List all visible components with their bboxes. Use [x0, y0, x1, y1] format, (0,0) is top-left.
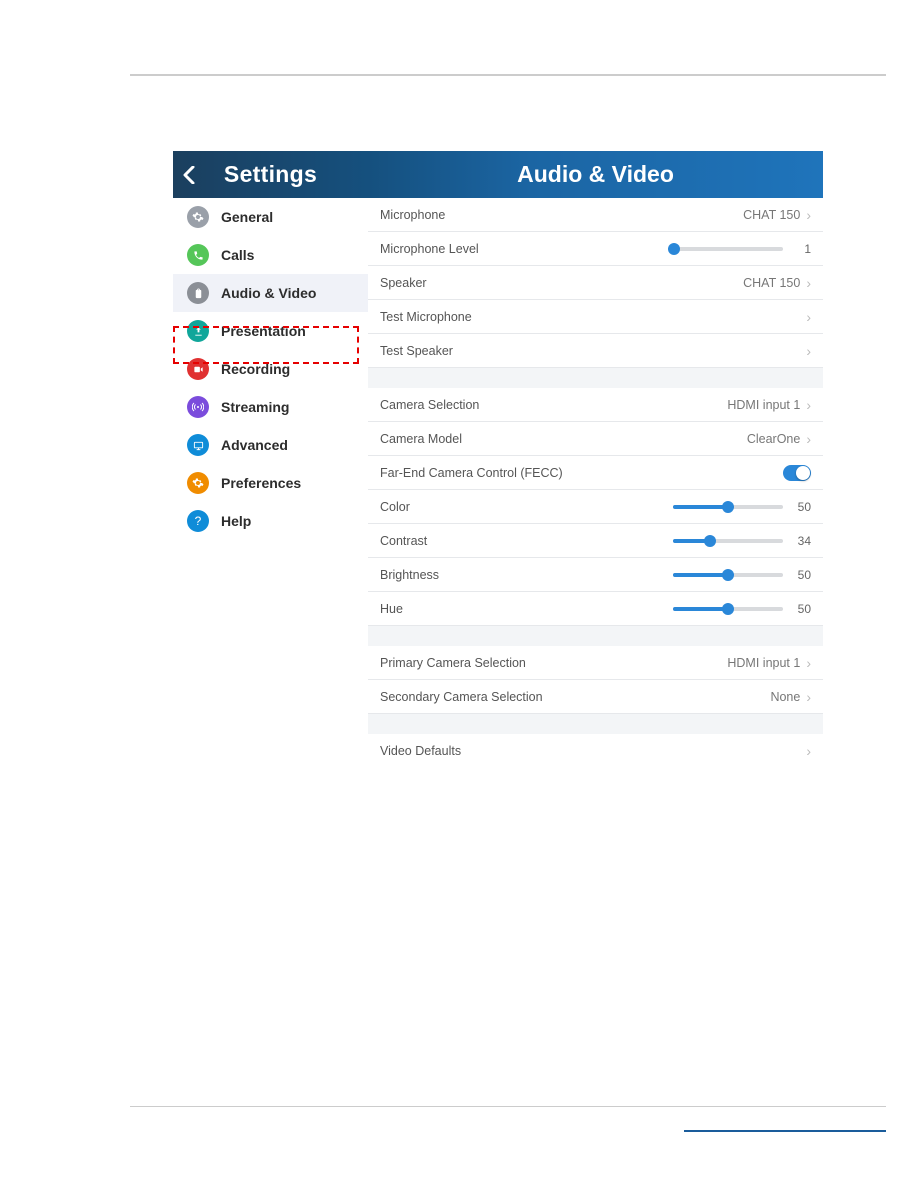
- phone-icon: [187, 244, 209, 266]
- setting-label: Primary Camera Selection: [380, 656, 526, 670]
- setting-value: 1: [789, 242, 811, 256]
- top-divider: [130, 74, 886, 76]
- setting-value: None: [770, 690, 800, 704]
- header-left: Settings: [173, 151, 368, 198]
- sidebar-item-general[interactable]: General: [173, 198, 368, 236]
- setting-primary-camera[interactable]: Primary Camera Selection HDMI input 1 ›: [368, 646, 823, 680]
- setting-color: Color 50: [368, 490, 823, 524]
- sidebar-item-preferences[interactable]: Preferences: [173, 464, 368, 502]
- setting-value: ClearOne: [747, 432, 801, 446]
- section-gap: [368, 626, 823, 646]
- sidebar-item-label: General: [221, 209, 273, 225]
- sidebar-item-label: Calls: [221, 247, 254, 263]
- sidebar-item-help[interactable]: ? Help: [173, 502, 368, 540]
- setting-label: Color: [380, 500, 410, 514]
- broadcast-icon: [187, 396, 209, 418]
- gear-icon: [187, 206, 209, 228]
- setting-test-speaker[interactable]: Test Speaker ›: [368, 334, 823, 368]
- star-icon: [187, 472, 209, 494]
- bottom-divider: [130, 1106, 886, 1107]
- hue-slider[interactable]: [673, 607, 783, 611]
- setting-value: CHAT 150: [743, 276, 800, 290]
- sidebar-item-label: Streaming: [221, 399, 289, 415]
- app-header: Settings Audio & Video: [173, 151, 823, 198]
- settings-content: Microphone CHAT 150 › Microphone Level 1…: [368, 198, 823, 764]
- sidebar-title: Settings: [173, 161, 368, 188]
- sidebar-item-label: Presentation: [221, 323, 306, 339]
- setting-value: CHAT 150: [743, 208, 800, 222]
- setting-label: Hue: [380, 602, 403, 616]
- sidebar-item-calls[interactable]: Calls: [173, 236, 368, 274]
- setting-fecc: Far-End Camera Control (FECC): [368, 456, 823, 490]
- mic-level-slider[interactable]: [673, 247, 783, 251]
- setting-microphone[interactable]: Microphone CHAT 150 ›: [368, 198, 823, 232]
- sidebar-item-label: Recording: [221, 361, 290, 377]
- clipboard-icon: [187, 282, 209, 304]
- chevron-right-icon: ›: [806, 207, 811, 223]
- setting-value: 34: [789, 534, 811, 548]
- setting-label: Camera Model: [380, 432, 462, 446]
- setting-label: Far-End Camera Control (FECC): [380, 466, 563, 480]
- setting-speaker[interactable]: Speaker CHAT 150 ›: [368, 266, 823, 300]
- page-title: Audio & Video: [368, 151, 823, 198]
- chevron-right-icon: ›: [806, 309, 811, 325]
- brightness-slider[interactable]: [673, 573, 783, 577]
- chevron-right-icon: ›: [806, 655, 811, 671]
- fecc-toggle[interactable]: [783, 465, 811, 481]
- setting-value: 50: [789, 602, 811, 616]
- setting-brightness: Brightness 50: [368, 558, 823, 592]
- setting-label: Camera Selection: [380, 398, 479, 412]
- setting-label: Test Speaker: [380, 344, 453, 358]
- color-slider[interactable]: [673, 505, 783, 509]
- setting-value: 50: [789, 568, 811, 582]
- sidebar-item-streaming[interactable]: Streaming: [173, 388, 368, 426]
- sidebar-item-label: Advanced: [221, 437, 288, 453]
- app-body: General Calls Audio & Video: [173, 198, 823, 764]
- setting-value: HDMI input 1: [727, 656, 800, 670]
- setting-label: Microphone: [380, 208, 445, 222]
- section-gap: [368, 714, 823, 734]
- setting-camera-selection[interactable]: Camera Selection HDMI input 1 ›: [368, 388, 823, 422]
- setting-video-defaults[interactable]: Video Defaults ›: [368, 734, 823, 764]
- chevron-right-icon: ›: [806, 689, 811, 705]
- chevron-right-icon: ›: [806, 275, 811, 291]
- setting-label: Speaker: [380, 276, 427, 290]
- setting-label: Microphone Level: [380, 242, 479, 256]
- setting-value: HDMI input 1: [727, 398, 800, 412]
- chevron-right-icon: ›: [806, 397, 811, 413]
- section-gap: [368, 368, 823, 388]
- setting-label: Brightness: [380, 568, 439, 582]
- sidebar: General Calls Audio & Video: [173, 198, 368, 764]
- setting-secondary-camera[interactable]: Secondary Camera Selection None ›: [368, 680, 823, 714]
- chevron-right-icon: ›: [806, 343, 811, 359]
- setting-label: Contrast: [380, 534, 427, 548]
- help-icon: ?: [187, 510, 209, 532]
- chevron-right-icon: ›: [806, 431, 811, 447]
- setting-label: Video Defaults: [380, 744, 461, 758]
- document-page: manualshive.com Settings Audio & Video G…: [0, 0, 918, 1188]
- sidebar-item-label: Help: [221, 513, 251, 529]
- sidebar-item-label: Audio & Video: [221, 285, 316, 301]
- setting-microphone-level: Microphone Level 1: [368, 232, 823, 266]
- sidebar-item-advanced[interactable]: Advanced: [173, 426, 368, 464]
- setting-label: Test Microphone: [380, 310, 472, 324]
- chevron-right-icon: ›: [806, 743, 811, 759]
- record-icon: [187, 358, 209, 380]
- screenshot-settings-app: Settings Audio & Video General Calls: [173, 151, 823, 764]
- sidebar-item-recording[interactable]: Recording: [173, 350, 368, 388]
- setting-value: 50: [789, 500, 811, 514]
- back-chevron-icon[interactable]: [183, 151, 195, 198]
- footer-accent-rule: [684, 1130, 886, 1132]
- sidebar-item-audio-video[interactable]: Audio & Video: [173, 274, 368, 312]
- upload-icon: [187, 320, 209, 342]
- contrast-slider[interactable]: [673, 539, 783, 543]
- setting-hue: Hue 50: [368, 592, 823, 626]
- sidebar-item-presentation[interactable]: Presentation: [173, 312, 368, 350]
- sidebar-item-label: Preferences: [221, 475, 301, 491]
- setting-test-microphone[interactable]: Test Microphone ›: [368, 300, 823, 334]
- monitor-icon: [187, 434, 209, 456]
- setting-camera-model[interactable]: Camera Model ClearOne ›: [368, 422, 823, 456]
- setting-contrast: Contrast 34: [368, 524, 823, 558]
- setting-label: Secondary Camera Selection: [380, 690, 543, 704]
